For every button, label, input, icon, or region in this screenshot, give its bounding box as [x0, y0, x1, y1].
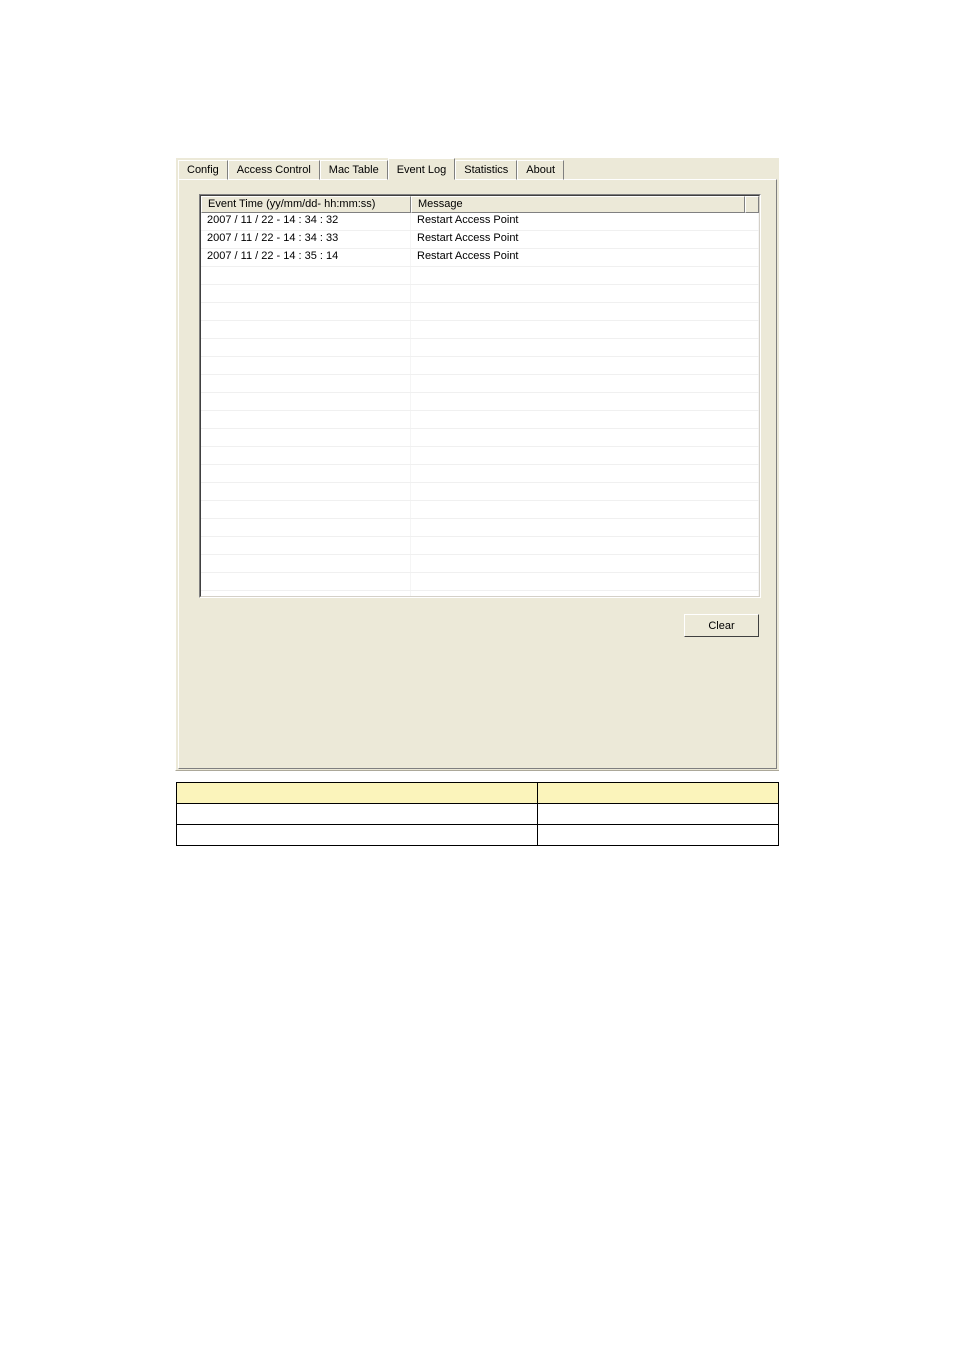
list-item [201, 393, 759, 411]
list-item [201, 591, 759, 597]
tab-config[interactable]: Config [178, 160, 228, 180]
list-item[interactable]: 2007 / 11 / 22 - 14 : 35 : 14 Restart Ac… [201, 249, 759, 267]
cell-event-time: 2007 / 11 / 22 - 14 : 35 : 14 [201, 249, 411, 266]
doc-table-cell [177, 804, 538, 825]
list-item[interactable]: 2007 / 11 / 22 - 14 : 34 : 32 Restart Ac… [201, 213, 759, 231]
event-log-listview[interactable]: Event Time (yy/mm/dd- hh:mm:ss) Message … [199, 194, 761, 598]
list-item [201, 357, 759, 375]
tab-strip: Config Access Control Mac Table Event Lo… [178, 160, 564, 180]
tab-content-event-log: Event Time (yy/mm/dd- hh:mm:ss) Message … [178, 179, 777, 769]
cell-message: Restart Access Point [411, 231, 759, 248]
tab-mac-table[interactable]: Mac Table [320, 160, 388, 180]
doc-table-header-cell-2 [538, 783, 779, 804]
doc-table-header-cell-1 [177, 783, 538, 804]
list-item [201, 555, 759, 573]
list-item [201, 321, 759, 339]
list-item [201, 447, 759, 465]
doc-table-cell [538, 825, 779, 846]
list-item [201, 537, 759, 555]
list-item [201, 339, 759, 357]
doc-table [176, 782, 779, 846]
dialog-panel: Config Access Control Mac Table Event Lo… [175, 158, 779, 771]
list-item [201, 411, 759, 429]
list-item [201, 267, 759, 285]
list-item [201, 285, 759, 303]
list-item [201, 483, 759, 501]
cell-event-time: 2007 / 11 / 22 - 14 : 34 : 33 [201, 231, 411, 248]
doc-table-cell [538, 804, 779, 825]
list-item [201, 429, 759, 447]
cell-message: Restart Access Point [411, 249, 759, 266]
tab-event-log[interactable]: Event Log [388, 158, 456, 180]
table-row [177, 804, 779, 825]
list-item[interactable]: 2007 / 11 / 22 - 14 : 34 : 33 Restart Ac… [201, 231, 759, 249]
tab-about[interactable]: About [517, 160, 564, 180]
tab-access-control[interactable]: Access Control [228, 160, 320, 180]
tab-statistics[interactable]: Statistics [455, 160, 517, 180]
cell-message: Restart Access Point [411, 213, 759, 230]
list-item [201, 519, 759, 537]
listview-body: 2007 / 11 / 22 - 14 : 34 : 32 Restart Ac… [201, 213, 759, 595]
table-row [177, 825, 779, 846]
list-item [201, 375, 759, 393]
doc-table-cell [177, 825, 538, 846]
column-header-spacer [745, 196, 759, 213]
table-row [177, 783, 779, 804]
list-item [201, 501, 759, 519]
clear-button[interactable]: Clear [684, 614, 759, 637]
listview-header-row: Event Time (yy/mm/dd- hh:mm:ss) Message [201, 196, 759, 213]
list-item [201, 573, 759, 591]
cell-event-time: 2007 / 11 / 22 - 14 : 34 : 32 [201, 213, 411, 230]
list-item [201, 303, 759, 321]
list-item [201, 465, 759, 483]
column-header-message[interactable]: Message [411, 196, 745, 213]
column-header-event-time[interactable]: Event Time (yy/mm/dd- hh:mm:ss) [201, 196, 411, 213]
